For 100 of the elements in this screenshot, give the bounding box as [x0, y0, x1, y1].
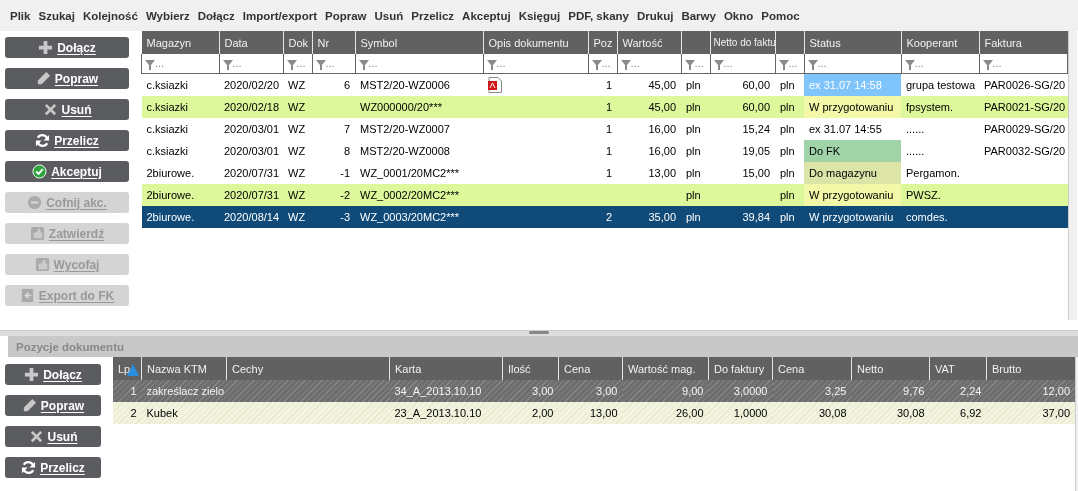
column-header[interactable]: Cechy — [226, 357, 390, 380]
table-cell: 3,0000 — [733, 385, 768, 397]
table-cell: PWSZ. — [906, 189, 941, 201]
filter-field[interactable]: ... — [901, 54, 979, 74]
filter-field[interactable]: ... — [804, 54, 901, 74]
menu-item[interactable]: Pomoc — [757, 9, 804, 22]
column-header[interactable]: Cena — [558, 357, 623, 380]
filter-field[interactable]: ... — [355, 54, 483, 74]
table-row[interactable]: c.ksiazki 2020/02/18 WZ WZ000000/20*** 1 45,00 pln 60,00 pln W przygotowaniu fpsystem. PAR0021-SG/20 — [141, 96, 1068, 118]
menu-item[interactable]: Popraw — [320, 9, 371, 22]
menu-item[interactable]: Barwy — [677, 9, 720, 22]
table-cell: 30,08 — [896, 407, 925, 419]
scrollbar[interactable] — [1068, 31, 1077, 320]
table-cell: WZ000000/20*** — [360, 101, 442, 113]
table-row[interactable]: 1 zakreślacz zielo 34_A_2013.10.10 3,00 3,00 9,00 3,0000 3,25 9,76 2,24 12,00 — [113, 380, 1075, 402]
column-header[interactable]: Netto do faktu — [710, 31, 775, 54]
action-button[interactable]: Dołącz — [5, 364, 101, 385]
column-header[interactable]: Brutto — [986, 357, 1075, 380]
column-header[interactable]: Do faktury — [708, 357, 773, 380]
table-cell: pln — [780, 211, 795, 223]
filter-field[interactable]: ... — [775, 54, 804, 74]
filter-icon — [982, 59, 993, 70]
table-cell: comdes. — [906, 211, 948, 223]
column-header[interactable]: Magazyn — [141, 31, 219, 54]
menu-item[interactable]: PDF, skany — [564, 9, 633, 22]
action-button[interactable]: Popraw — [5, 395, 101, 416]
table-cell: Pergamon. — [906, 167, 960, 179]
table-row[interactable]: 2 Kubek 23_A_2013.10.10 2,00 13,00 26,00 1,0000 30,08 30,08 6,92 37,00 — [113, 402, 1075, 424]
action-button[interactable]: Przelicz — [5, 130, 129, 151]
table-cell: 1 — [605, 167, 612, 179]
table-cell: ...... — [906, 145, 925, 157]
filter-field[interactable]: ... — [617, 54, 681, 74]
filter-field[interactable]: ... — [483, 54, 588, 74]
filter-field[interactable]: ... — [219, 54, 283, 74]
menu-item[interactable]: Szukaj — [34, 9, 79, 22]
column-header[interactable]: Karta — [389, 357, 503, 380]
table-cell: 1 — [605, 79, 612, 91]
table-row[interactable]: 2biurowe. 2020/08/14 WZ -3 WZ_0003/20MC2*** 2 35,00 pln 39,84 pln W przygotowaniu comdes. — [141, 206, 1068, 228]
column-header[interactable]: Faktura — [979, 31, 1068, 54]
column-header[interactable]: VAT — [929, 357, 987, 380]
table-cell: grupa testowa — [906, 79, 976, 91]
pdf-file-icon[interactable] — [488, 77, 502, 93]
column-header[interactable]: Ilość — [502, 357, 559, 380]
menu-item[interactable]: Wybierz — [141, 9, 194, 22]
table-row[interactable]: c.ksiazki 2020/03/01 WZ 7 MST2/20-WZ0007 1 16,00 pln 15,24 pln ex 31.07 14:55 ...... PAR0029-SG/20 — [141, 118, 1068, 140]
table-cell: W przygotowaniu — [809, 101, 894, 113]
column-header[interactable]: Opis dokumentu — [483, 31, 588, 54]
column-header[interactable]: Data — [219, 31, 283, 54]
column-header[interactable]: Wartość mag. — [622, 357, 709, 380]
menu-item[interactable]: Okno — [719, 9, 758, 22]
table-row[interactable]: 2biurowe. 2020/07/31 WZ -2 WZ_0002/20MC2*** pln pln W przygotowaniu PWSZ. — [141, 184, 1068, 206]
splitter[interactable] — [0, 330, 1078, 336]
menu-item[interactable]: Akceptuj — [458, 9, 515, 22]
table-cell: zakreślacz zielo — [146, 385, 225, 397]
menu-item[interactable]: Plik — [6, 9, 35, 22]
menu-item[interactable]: Import/export — [238, 9, 321, 22]
column-header[interactable]: Dok — [283, 31, 312, 54]
table-row[interactable]: 2biurowe. 2020/07/31 WZ -1 WZ_0001/20MC2*** 1 13,00 pln 15,00 pln Do magazynu Pergamon. — [141, 162, 1068, 184]
action-button[interactable]: Usuń — [5, 426, 101, 447]
filter-field[interactable]: ... — [141, 54, 219, 74]
menu-item[interactable]: Dołącz — [193, 9, 239, 22]
table-cell: pln — [780, 123, 795, 135]
action-button[interactable]: Akceptuj — [5, 161, 129, 182]
menu-item[interactable]: Kolejność — [78, 9, 142, 22]
menu-item[interactable]: Drukuj — [632, 9, 678, 22]
filter-icon — [222, 59, 233, 70]
column-header[interactable]: Netto — [851, 357, 930, 380]
menu-item[interactable]: Usuń — [370, 9, 408, 22]
filter-field[interactable]: ... — [710, 54, 775, 74]
action-button[interactable]: Popraw — [5, 68, 129, 89]
column-header[interactable]: Lp — [113, 357, 142, 380]
table-cell: pln — [780, 145, 795, 157]
menu-item[interactable]: Przelicz — [407, 9, 459, 22]
action-button[interactable]: Przelicz — [5, 457, 101, 478]
filter-icon — [315, 59, 326, 70]
column-header[interactable]: Wartość — [617, 31, 681, 54]
filter-field[interactable]: ... — [979, 54, 1068, 74]
table-cell: WZ — [288, 167, 306, 179]
table-cell: -2 — [340, 189, 350, 201]
filter-field[interactable]: ... — [681, 54, 710, 74]
filter-field[interactable]: ... — [588, 54, 617, 74]
action-button[interactable]: Dołącz — [5, 37, 129, 58]
column-header[interactable]: Poz — [588, 31, 617, 54]
table-cell: W przygotowaniu — [809, 189, 894, 201]
filter-field[interactable]: ... — [312, 54, 355, 74]
column-header[interactable]: Nazwa KTM — [141, 357, 227, 380]
column-header[interactable]: Nr — [312, 31, 355, 54]
column-header[interactable]: Status — [804, 31, 901, 54]
thumb-icon — [34, 257, 50, 272]
menu-item[interactable]: Księguj — [514, 9, 565, 22]
table-cell: Do FK — [809, 145, 841, 157]
pencil-icon — [21, 398, 37, 413]
table-row[interactable]: c.ksiazki 2020/03/01 WZ 8 MST2/20-WZ0008 1 16,00 pln 19,05 pln Do FK ...... PAR0032-SG/20 — [141, 140, 1068, 162]
column-header[interactable]: Cena — [772, 357, 852, 380]
column-header[interactable]: Symbol — [355, 31, 483, 54]
filter-field[interactable]: ... — [283, 54, 312, 74]
action-button[interactable]: Usuń — [5, 99, 129, 120]
table-cell: 2020/03/01 — [224, 123, 280, 135]
column-header[interactable]: Kooperant — [901, 31, 979, 54]
table-row[interactable]: c.ksiazki 2020/02/20 WZ 6 MST2/20-WZ0006 1 45,00 pln 60,00 pln ex 31.07 14:58 grupa testowa PAR0026-SG/20 — [141, 73, 1068, 96]
